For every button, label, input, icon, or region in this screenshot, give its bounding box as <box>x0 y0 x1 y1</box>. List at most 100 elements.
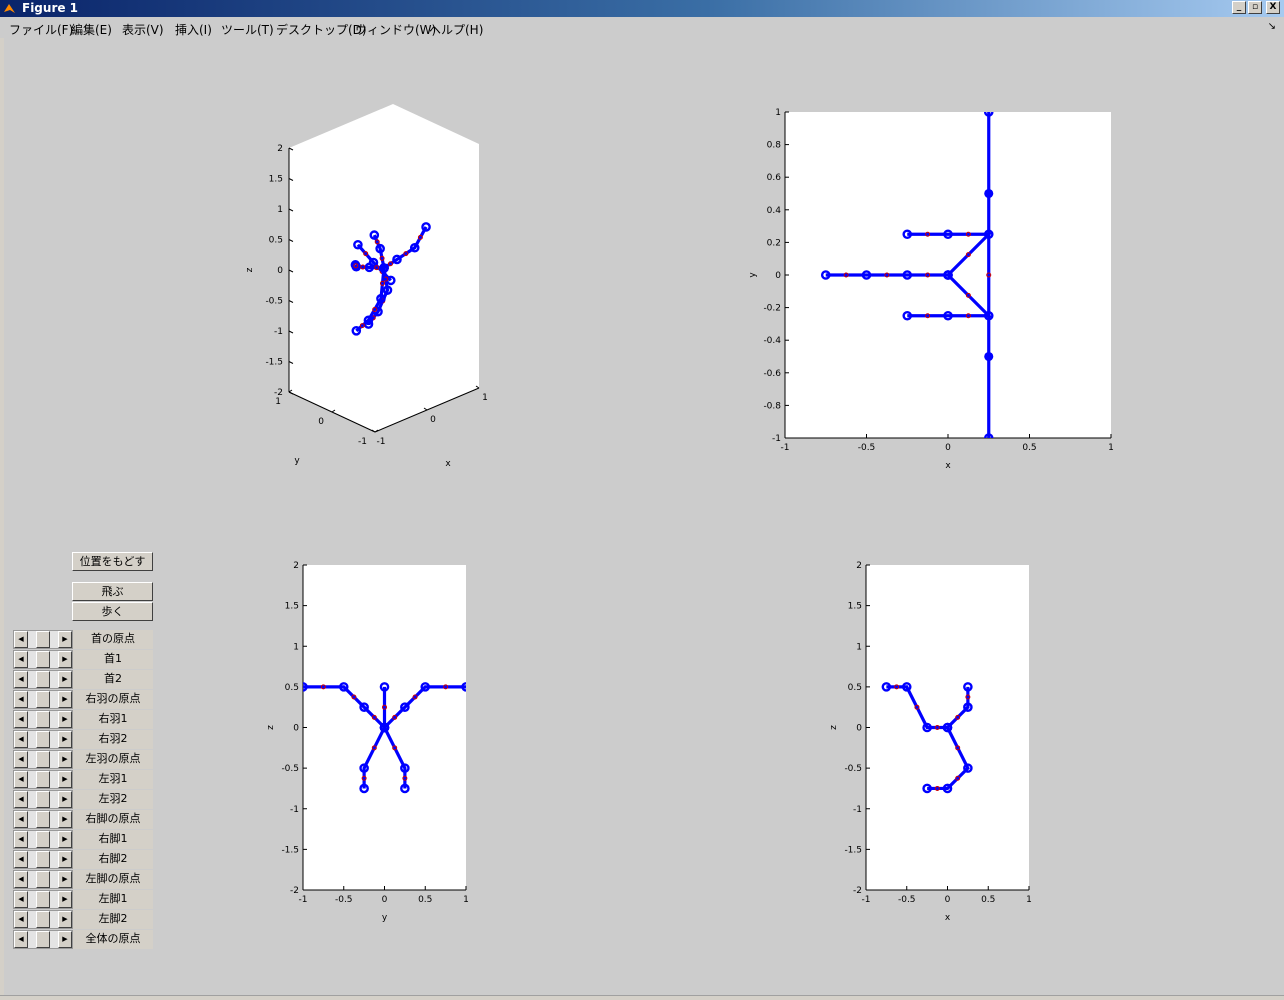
slider-neck-1[interactable]: ◀ ▶ <box>13 650 73 669</box>
slider-right-wing-origin[interactable]: ◀ ▶ <box>13 690 73 709</box>
fly-button[interactable]: 飛ぶ <box>72 582 153 601</box>
slider-thumb[interactable] <box>36 651 50 668</box>
top-view-y-tick-label: 0.4 <box>767 206 782 216</box>
slider-label: 右脚1 <box>73 830 153 849</box>
top-view-x-tick-label: -1 <box>781 443 790 453</box>
slider-left-arrow-icon[interactable]: ◀ <box>14 831 28 848</box>
slider-right-arrow-icon[interactable]: ▶ <box>58 711 72 728</box>
slider-left-leg-1[interactable]: ◀ ▶ <box>13 890 73 909</box>
slider-neck-origin[interactable]: ◀ ▶ <box>13 630 73 649</box>
slider-right-arrow-icon[interactable]: ▶ <box>58 691 72 708</box>
slider-left-arrow-icon[interactable]: ◀ <box>14 711 28 728</box>
slider-left-arrow-icon[interactable]: ◀ <box>14 751 28 768</box>
slider-label: 全体の原点 <box>73 930 153 949</box>
slider-thumb[interactable] <box>36 891 50 908</box>
slider-left-arrow-icon[interactable]: ◀ <box>14 811 28 828</box>
side-view-x-tick-label: -0.5 <box>898 895 916 905</box>
top-view-y-tick-label: -0.8 <box>763 401 781 411</box>
side-view-y-tick-label: 1 <box>856 642 862 652</box>
slider-thumb[interactable] <box>36 671 50 688</box>
side-view-x-tick-label: 0.5 <box>981 895 995 905</box>
slider-left-arrow-icon[interactable]: ◀ <box>14 891 28 908</box>
front-view-x-tick-label: -0.5 <box>335 895 353 905</box>
slider-left-arrow-icon[interactable]: ◀ <box>14 691 28 708</box>
slider-thumb[interactable] <box>36 811 50 828</box>
slider-left-wing-2[interactable]: ◀ ▶ <box>13 790 73 809</box>
slider-row-left-leg-origin: ◀ ▶ 左脚の原点 <box>13 870 153 890</box>
slider-left-leg-origin[interactable]: ◀ ▶ <box>13 870 73 889</box>
top-view-y-tick-label: -1 <box>772 434 781 444</box>
slider-thumb[interactable] <box>36 871 50 888</box>
slider-left-arrow-icon[interactable]: ◀ <box>14 771 28 788</box>
slider-row-neck-2: ◀ ▶ 首2 <box>13 670 153 690</box>
slider-thumb[interactable] <box>36 631 50 648</box>
slider-left-arrow-icon[interactable]: ◀ <box>14 931 28 948</box>
slider-label: 左羽の原点 <box>73 750 153 769</box>
slider-thumb[interactable] <box>36 711 50 728</box>
slider-label: 左羽2 <box>73 790 153 809</box>
slider-left-arrow-icon[interactable]: ◀ <box>14 791 28 808</box>
slider-left-arrow-icon[interactable]: ◀ <box>14 851 28 868</box>
view3d-y-axis-label: y <box>294 456 300 466</box>
slider-left-arrow-icon[interactable]: ◀ <box>14 671 28 688</box>
slider-label: 右脚2 <box>73 850 153 869</box>
slider-right-arrow-icon[interactable]: ▶ <box>58 831 72 848</box>
slider-label: 右脚の原点 <box>73 810 153 829</box>
top-view-x-tick-label: 0.5 <box>1022 443 1036 453</box>
slider-right-wing-1[interactable]: ◀ ▶ <box>13 710 73 729</box>
slider-right-arrow-icon[interactable]: ▶ <box>58 891 72 908</box>
slider-right-arrow-icon[interactable]: ▶ <box>58 791 72 808</box>
slider-label: 左脚2 <box>73 910 153 929</box>
walk-button[interactable]: 歩く <box>72 602 153 621</box>
slider-left-arrow-icon[interactable]: ◀ <box>14 631 28 648</box>
slider-thumb[interactable] <box>36 911 50 928</box>
slider-thumb[interactable] <box>36 851 50 868</box>
slider-body-origin[interactable]: ◀ ▶ <box>13 930 73 949</box>
slider-row-right-leg-1: ◀ ▶ 右脚1 <box>13 830 153 850</box>
slider-row-left-leg-2: ◀ ▶ 左脚2 <box>13 910 153 930</box>
slider-right-leg-1[interactable]: ◀ ▶ <box>13 830 73 849</box>
side-view-y-tick-label: -1.5 <box>844 845 862 855</box>
slider-thumb[interactable] <box>36 831 50 848</box>
slider-right-arrow-icon[interactable]: ▶ <box>58 871 72 888</box>
slider-thumb[interactable] <box>36 791 50 808</box>
side-view-y-tick-label: 0 <box>856 724 862 734</box>
slider-left-arrow-icon[interactable]: ◀ <box>14 651 28 668</box>
slider-neck-2[interactable]: ◀ ▶ <box>13 670 73 689</box>
slider-left-arrow-icon[interactable]: ◀ <box>14 871 28 888</box>
slider-right-arrow-icon[interactable]: ▶ <box>58 751 72 768</box>
side-view-x-tick-label: 1 <box>1026 895 1032 905</box>
slider-right-arrow-icon[interactable]: ▶ <box>58 851 72 868</box>
slider-right-arrow-icon[interactable]: ▶ <box>58 731 72 748</box>
slider-right-arrow-icon[interactable]: ▶ <box>58 931 72 948</box>
reset-position-button[interactable]: 位置をもどす <box>72 552 153 571</box>
slider-left-arrow-icon[interactable]: ◀ <box>14 911 28 928</box>
slider-right-arrow-icon[interactable]: ▶ <box>58 631 72 648</box>
slider-left-leg-2[interactable]: ◀ ▶ <box>13 910 73 929</box>
slider-thumb[interactable] <box>36 691 50 708</box>
slider-right-arrow-icon[interactable]: ▶ <box>58 651 72 668</box>
top-view-x-tick-label: 0 <box>945 443 951 453</box>
view3d-z-tick-label: 0 <box>277 266 283 276</box>
slider-right-arrow-icon[interactable]: ▶ <box>58 911 72 928</box>
front-view-y-tick-label: -1.5 <box>281 845 299 855</box>
front-view-y-tick-label: 2 <box>293 561 299 571</box>
slider-right-leg-2[interactable]: ◀ ▶ <box>13 850 73 869</box>
slider-left-wing-origin[interactable]: ◀ ▶ <box>13 750 73 769</box>
slider-thumb[interactable] <box>36 731 50 748</box>
slider-thumb[interactable] <box>36 931 50 948</box>
slider-row-neck-1: ◀ ▶ 首1 <box>13 650 153 670</box>
slider-right-wing-2[interactable]: ◀ ▶ <box>13 730 73 749</box>
slider-right-arrow-icon[interactable]: ▶ <box>58 671 72 688</box>
top-view-x-tick-label: -0.5 <box>858 443 876 453</box>
slider-left-arrow-icon[interactable]: ◀ <box>14 731 28 748</box>
view3d-z-tick-label: 0.5 <box>269 236 283 246</box>
slider-thumb[interactable] <box>36 771 50 788</box>
slider-right-leg-origin[interactable]: ◀ ▶ <box>13 810 73 829</box>
top-view-y-tick-label: -0.6 <box>763 369 781 379</box>
slider-right-arrow-icon[interactable]: ▶ <box>58 771 72 788</box>
slider-left-wing-1[interactable]: ◀ ▶ <box>13 770 73 789</box>
slider-row-left-wing-origin: ◀ ▶ 左羽の原点 <box>13 750 153 770</box>
slider-right-arrow-icon[interactable]: ▶ <box>58 811 72 828</box>
slider-thumb[interactable] <box>36 751 50 768</box>
